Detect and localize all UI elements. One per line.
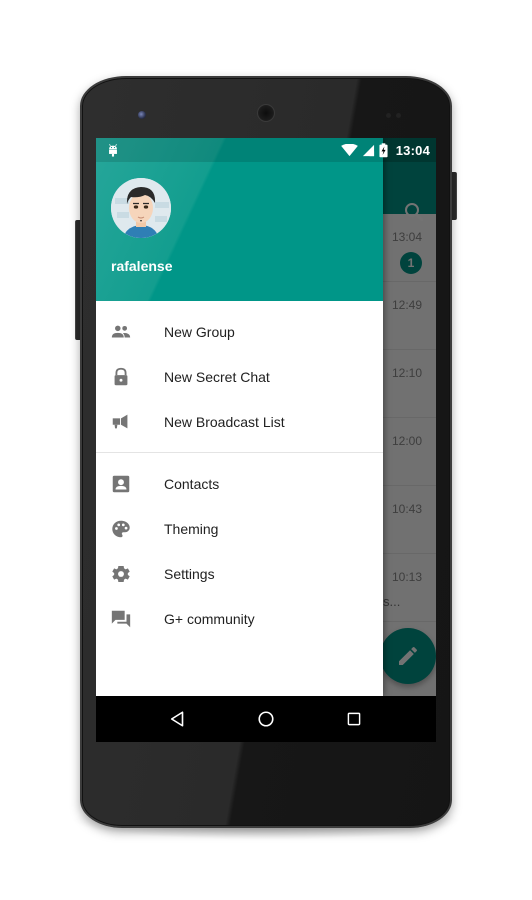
power-button [452,172,457,220]
battery-charging-icon [379,142,388,157]
menu-item-label: New Secret Chat [164,368,270,385]
home-icon [258,711,274,727]
gear-icon [112,566,130,583]
status-bar: 13:04 [96,138,436,162]
status-time: 13:04 [395,142,430,158]
menu-divider [96,451,383,453]
drawer-header: rafalense [96,138,383,301]
menu-group-primary: New Group New Secret Chat New Broadcast … [96,309,383,445]
menu-item-label: New Group [164,323,235,340]
earpiece-speaker [257,104,275,122]
menu-item-settings[interactable]: Settings [96,551,383,596]
menu-item-label: Settings [164,566,215,583]
drawer-menu: New Group New Secret Chat New Broadcast … [96,309,383,642]
palette-icon [112,520,130,538]
contact-icon [112,475,130,492]
light-sensor [396,113,401,118]
avatar-image [111,178,171,238]
menu-item-g-plus-community[interactable]: G+ community [96,597,383,642]
navigation-drawer: rafalense New Group New Secret Chat New … [96,138,383,696]
menu-item-label: Theming [164,520,219,537]
menu-item-new-group[interactable]: New Group [96,309,383,354]
menu-item-new-secret-chat[interactable]: New Secret Chat [96,354,383,399]
wifi-icon [340,143,358,156]
front-camera [138,111,146,119]
menu-item-label: Contacts [164,475,220,492]
megaphone-icon [112,414,128,429]
menu-group-secondary: Contacts Theming Settings G+ community [96,461,383,642]
menu-item-theming[interactable]: Theming [96,506,383,551]
forum-icon [111,611,131,628]
avatar[interactable] [111,178,171,238]
navigation-bar [96,696,436,742]
android-debug-icon [109,144,117,157]
recents-button[interactable] [334,699,374,739]
lock-icon [114,367,128,386]
back-button[interactable] [158,699,198,739]
group-icon [111,325,131,338]
username: rafalense [111,258,173,274]
menu-item-label: New Broadcast List [164,414,285,431]
menu-item-new-broadcast-list[interactable]: New Broadcast List [96,400,383,445]
cellular-signal-icon [362,144,374,156]
menu-item-label: G+ community [164,611,255,628]
menu-item-contacts[interactable]: Contacts [96,461,383,506]
home-button[interactable] [246,699,286,739]
back-icon [170,711,184,727]
screen: 13:04 1 12:49 12:10 12:00 10:43 10:13 s.… [96,138,436,742]
proximity-sensor [386,113,391,118]
recents-icon [347,712,361,726]
